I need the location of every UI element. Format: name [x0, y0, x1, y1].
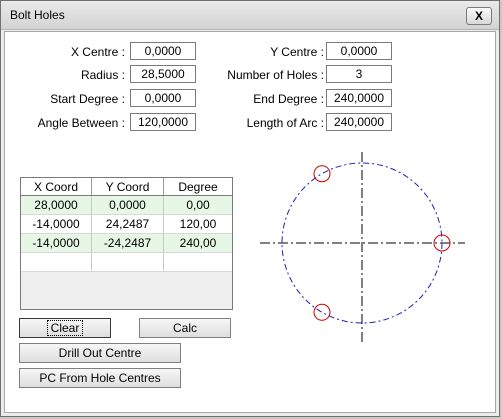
cell-x-coord[interactable]: -14,0000 — [21, 214, 92, 234]
table-row[interactable]: -14,0000 24,2487 120,00 — [21, 214, 232, 234]
number-of-holes-label: Number of Holes : — [227, 68, 324, 82]
start-degree-field[interactable] — [130, 89, 196, 107]
table-header-row: X Coord Y Coord Degree — [21, 178, 232, 196]
table-row[interactable]: 28,0000 0,0000 0,00 — [21, 195, 232, 215]
cell-x-coord[interactable] — [21, 252, 92, 272]
drill-out-centre-button[interactable]: Drill Out Centre — [19, 343, 181, 363]
bolt-hole — [313, 165, 331, 183]
cell-degree[interactable]: 240,00 — [163, 233, 232, 253]
cell-x-coord[interactable]: 28,0000 — [21, 195, 92, 215]
pc-from-hole-centres-label: PC From Hole Centres — [39, 371, 161, 385]
cell-degree[interactable]: 0,00 — [163, 195, 232, 215]
cell-degree[interactable] — [163, 252, 232, 272]
x-centre-field[interactable] — [130, 42, 196, 60]
bolt-circle-preview — [260, 152, 465, 342]
cell-y-coord[interactable]: 24,2487 — [91, 214, 164, 234]
clear-button[interactable]: Clear — [19, 318, 111, 338]
radius-field[interactable] — [130, 65, 196, 83]
drill-out-centre-label: Drill Out Centre — [58, 346, 142, 360]
cell-y-coord[interactable] — [91, 252, 164, 272]
number-of-holes-field[interactable] — [326, 65, 392, 83]
angle-between-field[interactable] — [130, 113, 196, 131]
end-degree-field[interactable] — [326, 89, 392, 107]
y-centre-field[interactable] — [326, 42, 392, 60]
calc-button-label: Calc — [172, 321, 197, 335]
close-button[interactable]: X — [466, 7, 492, 25]
length-of-arc-label: Length of Arc : — [246, 116, 324, 130]
dialog-body: X Centre : Radius : Start Degree : Angle… — [4, 31, 496, 413]
bolt-holes-dialog: Bolt Holes X X Centre : Radius : Start D… — [0, 0, 500, 417]
column-header-y-coord[interactable]: Y Coord — [91, 178, 164, 196]
cell-y-coord[interactable]: -24,2487 — [91, 233, 164, 253]
clear-button-label: Clear — [46, 320, 84, 336]
start-degree-label: Start Degree : — [50, 92, 125, 106]
cell-degree[interactable]: 120,00 — [163, 214, 232, 234]
hole-coordinates-table[interactable]: X Coord Y Coord Degree 28,0000 0,0000 0,… — [20, 177, 233, 310]
length-of-arc-field[interactable] — [326, 113, 392, 131]
title-bar: Bolt Holes X — [1, 1, 499, 30]
x-centre-label: X Centre : — [70, 45, 125, 59]
cell-x-coord[interactable]: -14,0000 — [21, 233, 92, 253]
column-header-degree[interactable]: Degree — [163, 178, 232, 196]
table-row[interactable] — [21, 252, 232, 272]
pc-from-hole-centres-button[interactable]: PC From Hole Centres — [19, 368, 181, 388]
calc-button[interactable]: Calc — [139, 318, 231, 338]
angle-between-label: Angle Between : — [37, 116, 125, 130]
y-centre-label: Y Centre : — [270, 45, 324, 59]
end-degree-label: End Degree : — [253, 92, 324, 106]
column-header-x-coord[interactable]: X Coord — [21, 178, 92, 196]
radius-label: Radius : — [80, 68, 125, 82]
close-icon: X — [474, 9, 483, 23]
cell-y-coord[interactable]: 0,0000 — [91, 195, 164, 215]
table-row[interactable]: -14,0000 -24,2487 240,00 — [21, 233, 232, 253]
bolt-hole — [313, 303, 331, 321]
window-title: Bolt Holes — [10, 8, 65, 22]
